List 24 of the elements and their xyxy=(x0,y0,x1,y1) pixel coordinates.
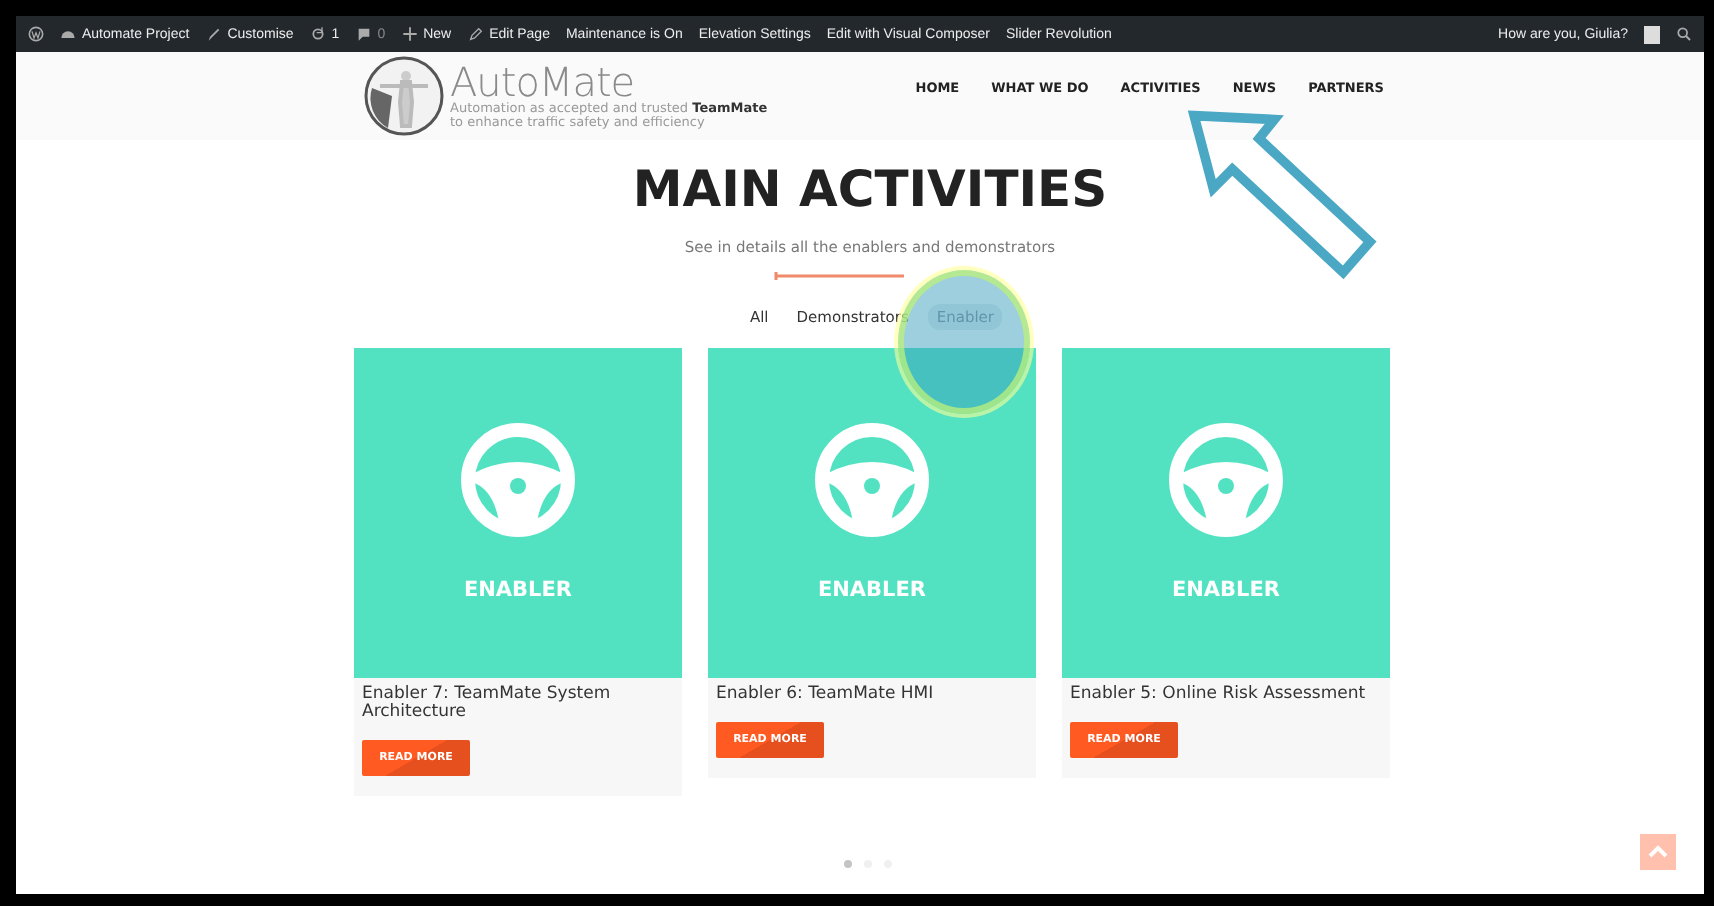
brush-icon xyxy=(205,26,222,42)
refresh-icon xyxy=(309,26,326,42)
wordpress-logo-icon[interactable] xyxy=(28,26,44,42)
card-title[interactable]: Enabler 5: Online Risk Assessment xyxy=(1070,686,1366,704)
steering-wheel-icon xyxy=(458,420,578,540)
dashboard-icon xyxy=(60,26,76,42)
card-title[interactable]: Enabler 7: TeamMate System Architecture xyxy=(362,686,674,722)
annotation-arrow-icon xyxy=(1186,108,1378,280)
plus-icon xyxy=(401,26,418,42)
pager-dot[interactable] xyxy=(844,860,852,868)
steering-wheel-icon xyxy=(1166,420,1286,540)
pencil-icon xyxy=(467,26,484,42)
card-category: ENABLER xyxy=(463,578,573,602)
logo-title: AutoMate xyxy=(450,62,635,102)
page-heading: MAIN ACTIVITIES xyxy=(630,160,1108,220)
comment-icon xyxy=(355,26,372,42)
card-category: ENABLER xyxy=(817,578,927,602)
logo-figure-icon[interactable] xyxy=(364,56,444,136)
separator-line-icon xyxy=(774,272,906,280)
search-icon[interactable] xyxy=(1676,26,1692,42)
card-title[interactable]: Enabler 6: TeamMate HMI xyxy=(716,686,934,704)
avatar-icon[interactable] xyxy=(1644,25,1660,43)
card-category: ENABLER xyxy=(1171,578,1281,602)
steering-wheel-icon xyxy=(812,420,932,540)
